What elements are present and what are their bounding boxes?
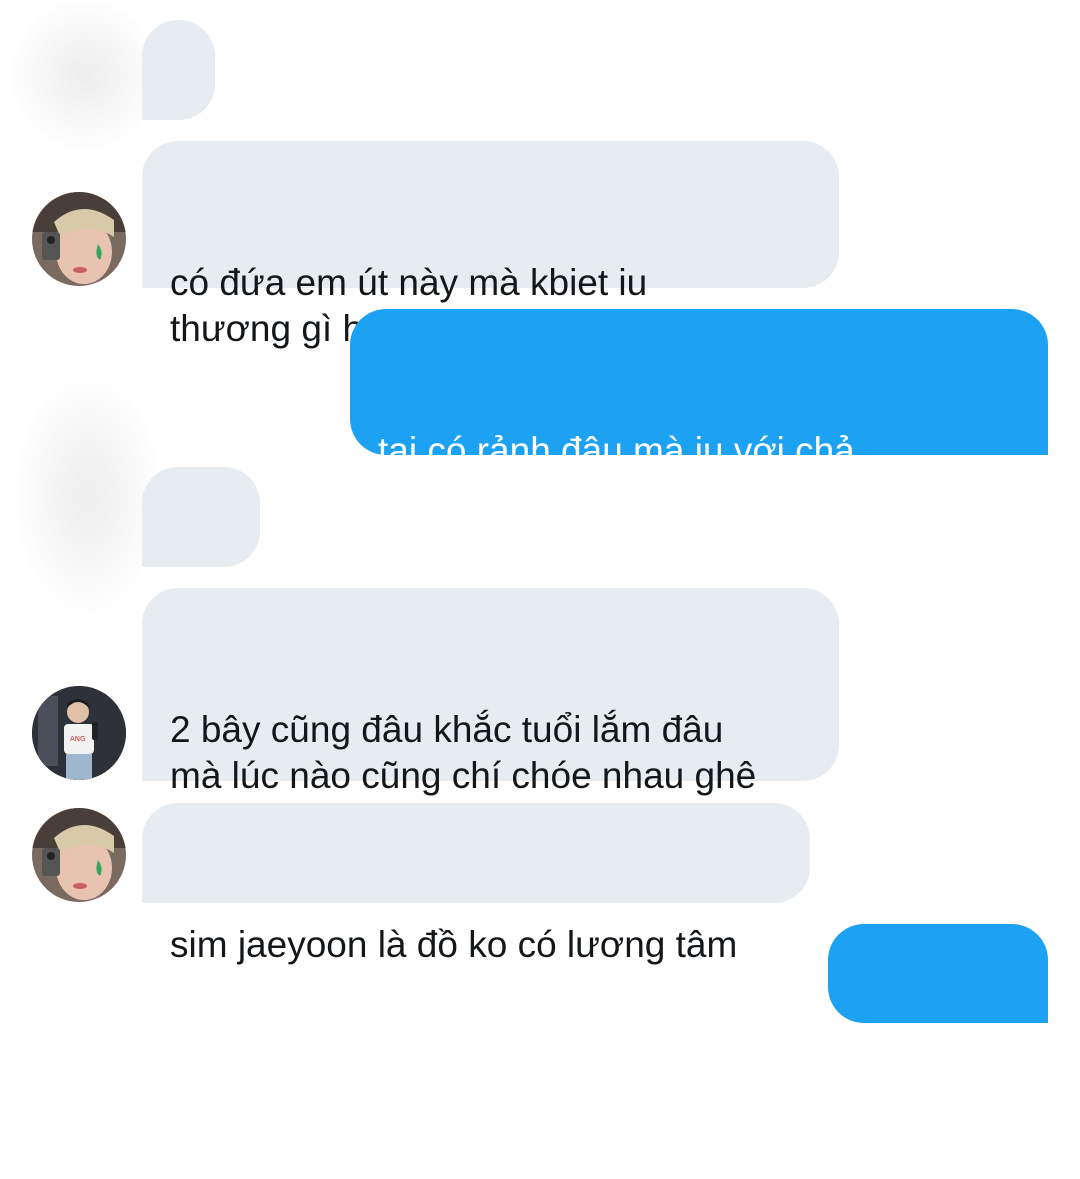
svg-text:ANG: ANG bbox=[70, 735, 85, 743]
message-bubble-outgoing[interactable]: ùkm ùkm bbox=[828, 924, 1048, 1084]
avatar-contact-a[interactable] bbox=[32, 808, 126, 902]
message-bubble-outgoing[interactable]: tại có rảnh đâu mà iu với chả thương mày… bbox=[350, 309, 1048, 517]
blurred-avatar bbox=[10, 0, 160, 150]
message-bubble-incoming[interactable]: ? bbox=[142, 20, 215, 182]
message-text: ùkm ùkm bbox=[856, 1043, 1007, 1084]
message-bubble-incoming[interactable]: =))) bbox=[142, 467, 260, 629]
message-bubble-incoming[interactable]: 2 bây cũng đâu khắc tuổi lắm đâu mà lúc … bbox=[142, 588, 839, 842]
blurred-avatar bbox=[15, 375, 160, 615]
profile-photo-icon bbox=[32, 192, 126, 286]
profile-photo-icon: ANG bbox=[32, 686, 126, 780]
avatar-contact-b[interactable]: ANG bbox=[32, 686, 126, 780]
avatar-contact-a[interactable] bbox=[32, 192, 126, 286]
message-bubble-incoming[interactable]: sim jaeyoon là đồ ko có lương tâm bbox=[142, 803, 810, 965]
message-text: sim jaeyoon là đồ ko có lương tâm bbox=[170, 924, 738, 965]
profile-photo-icon bbox=[32, 808, 126, 902]
message-bubble-incoming[interactable]: có đứa em út này mà kbiet iu thương gì h… bbox=[142, 141, 839, 349]
message-text: tại có rảnh đâu mà iu với chả thương mày… bbox=[378, 430, 855, 517]
message-thread: ? có đứa em út này mà kbiet iu thương gì… bbox=[0, 0, 1080, 1084]
